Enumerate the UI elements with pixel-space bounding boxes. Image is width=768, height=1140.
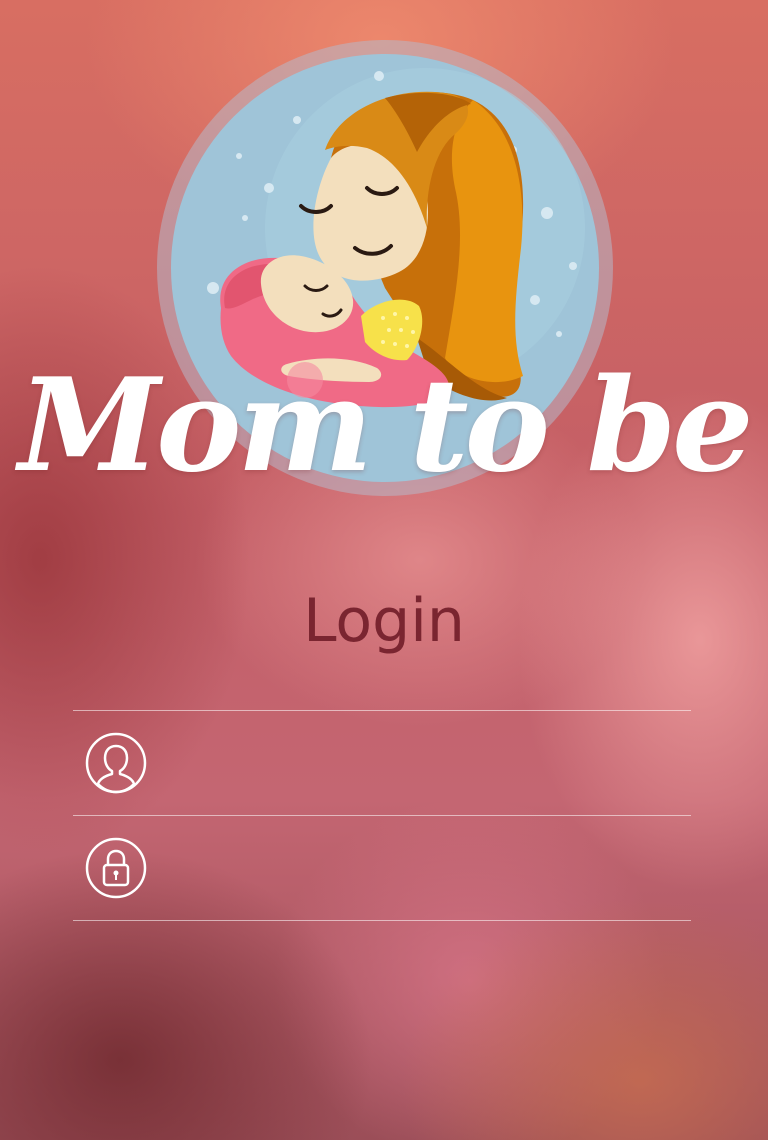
login-heading: Login <box>303 586 465 656</box>
username-input[interactable] <box>165 732 681 794</box>
app-title: Mom to be <box>18 351 753 501</box>
username-row <box>73 711 691 815</box>
lock-icon <box>85 837 147 899</box>
user-icon <box>85 732 147 794</box>
password-input[interactable] <box>165 837 681 899</box>
divider <box>73 920 691 921</box>
login-form <box>73 710 691 921</box>
password-row <box>73 816 691 920</box>
